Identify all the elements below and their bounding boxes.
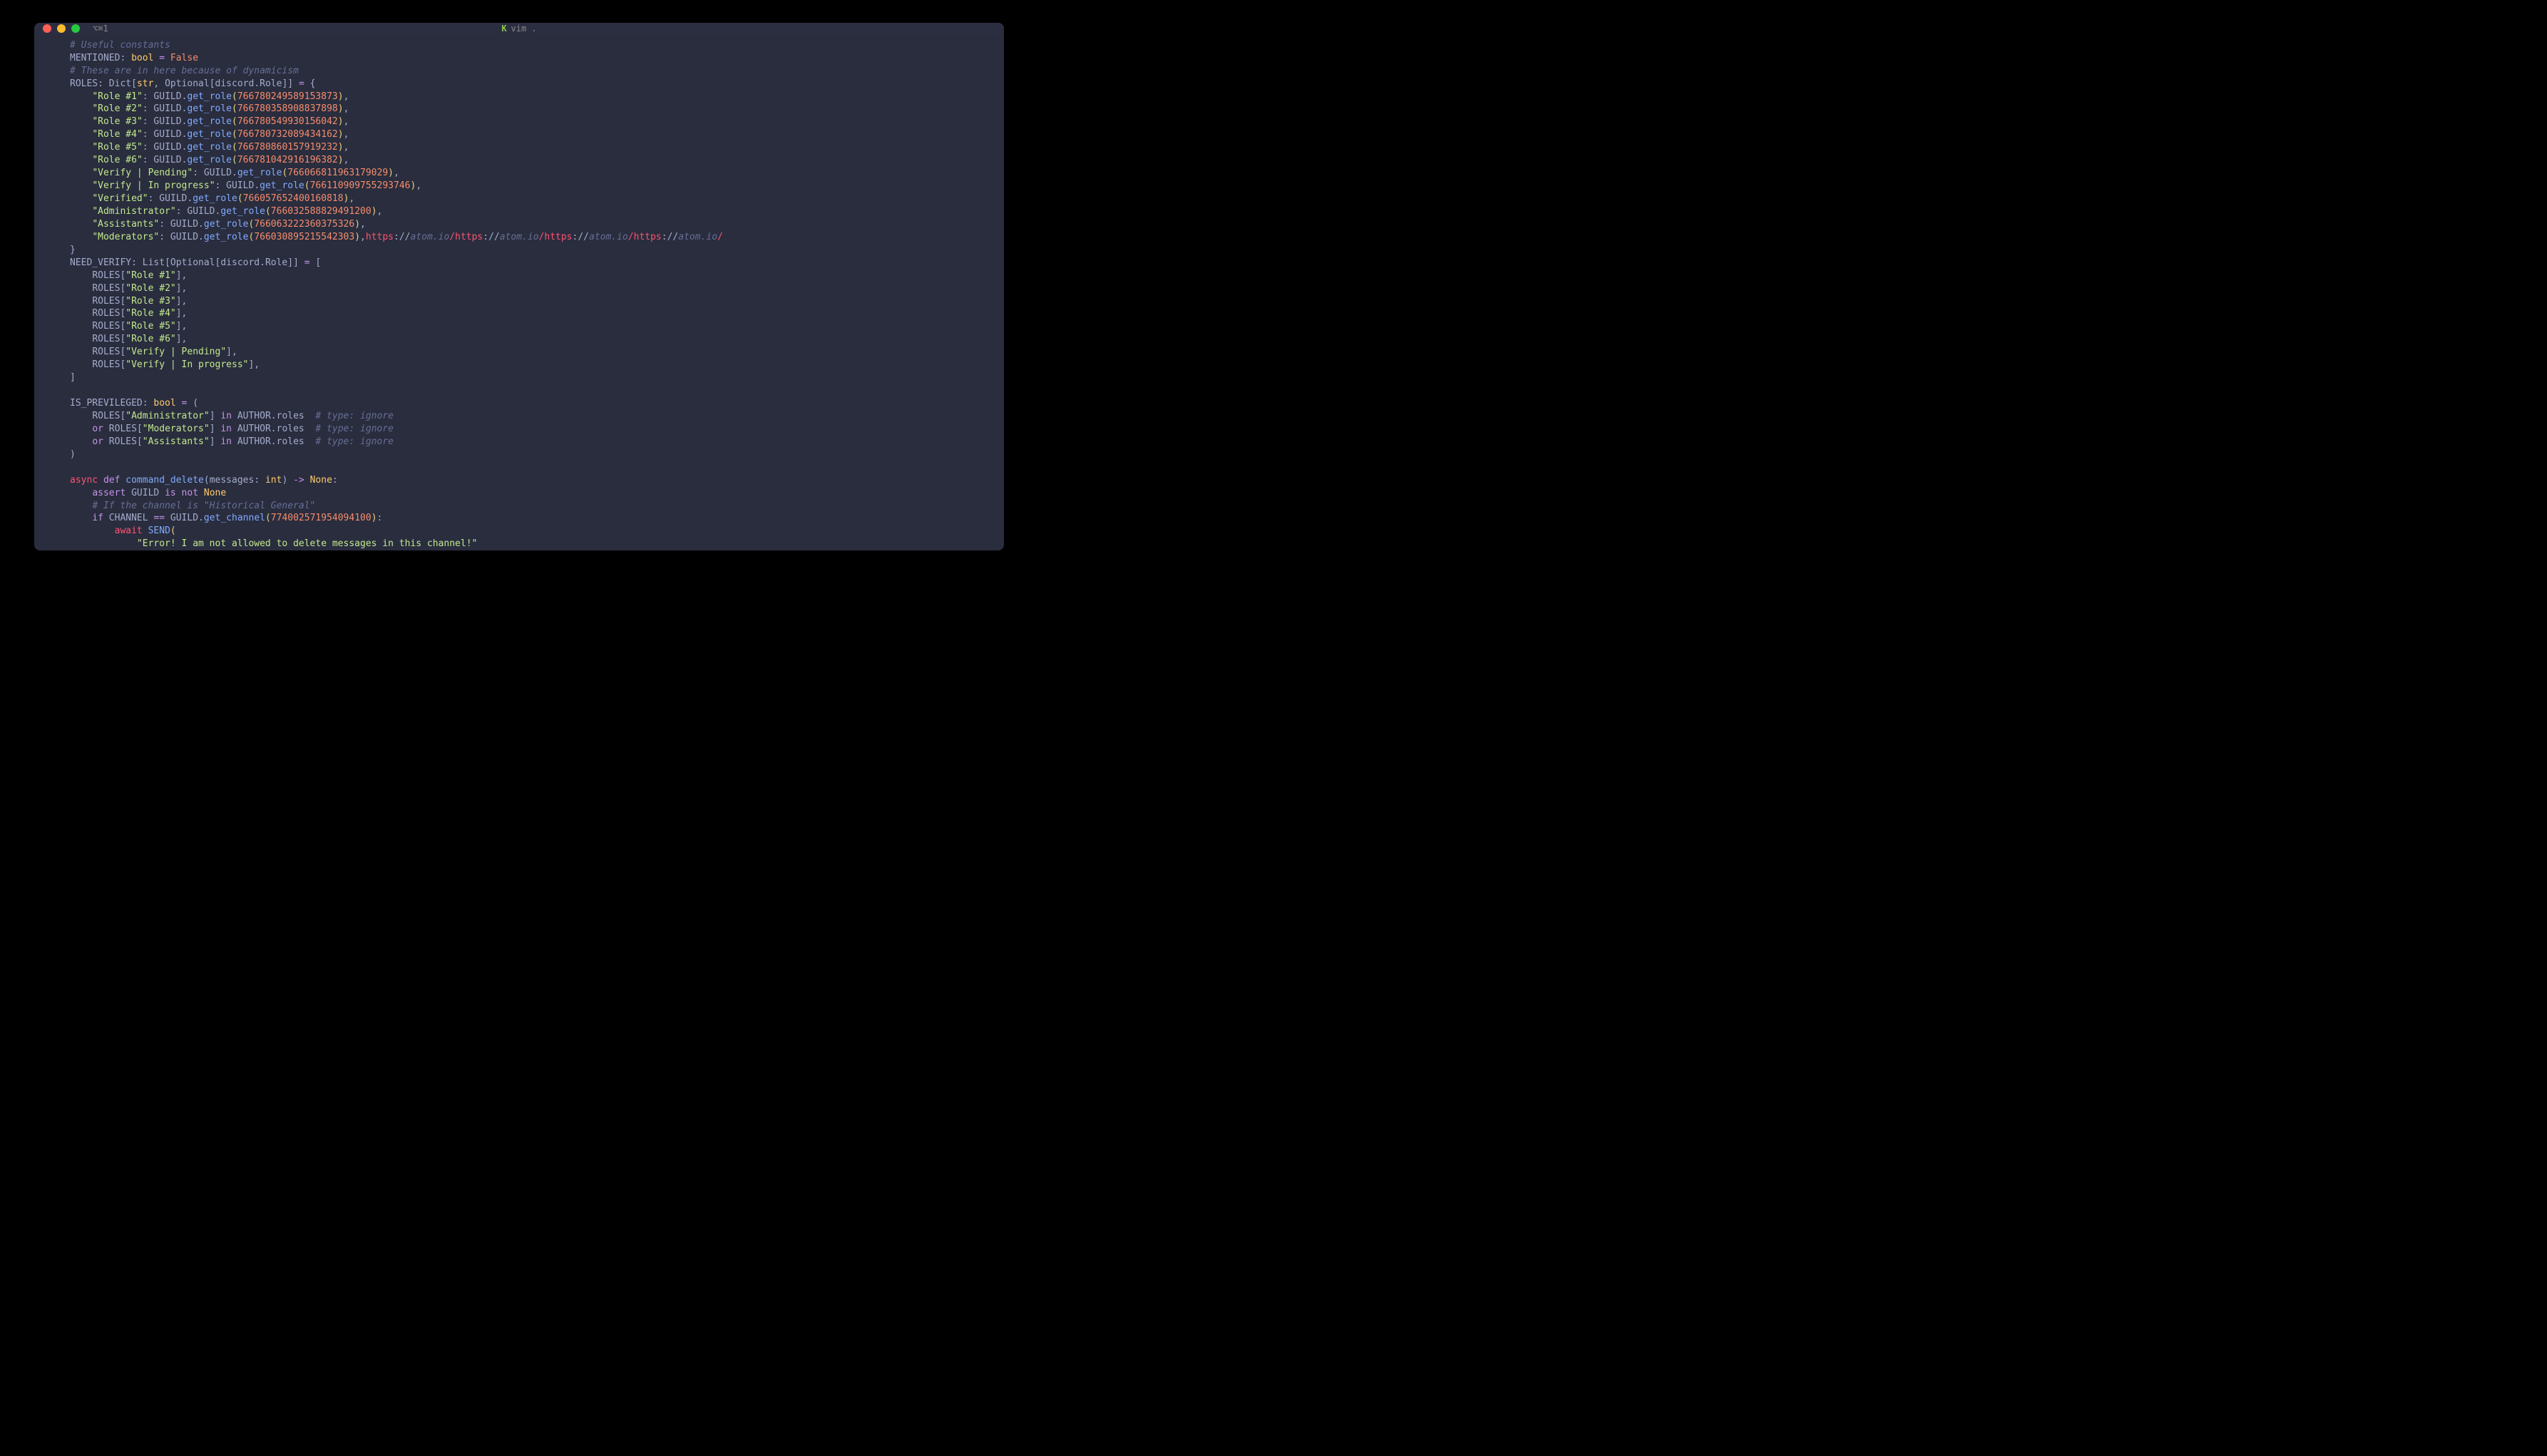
tab-shortcut: ⌥⌘1 xyxy=(93,23,108,35)
title-text: vim . xyxy=(511,23,537,35)
window-title: К vim . xyxy=(501,23,536,35)
code-comment: # Useful constants xyxy=(70,40,170,51)
terminal-window: ⌥⌘1 К vim . # Useful constants MENTIONED… xyxy=(34,23,1004,550)
roles-decl: ROLES: Dict[str, Optional[discord.Role]]… xyxy=(70,78,315,89)
traffic-lights xyxy=(43,24,80,33)
code-type: bool xyxy=(131,53,153,63)
maximize-icon[interactable] xyxy=(71,24,80,33)
need-verify-decl: NEED_VERIFY: List[Optional[discord.Role]… xyxy=(70,257,321,268)
vim-icon: К xyxy=(501,23,506,35)
titlebar: ⌥⌘1 К vim . xyxy=(34,23,1004,35)
minimize-icon[interactable] xyxy=(57,24,66,33)
fn-delete: async def command_delete(messages: int) … xyxy=(70,475,338,486)
close-icon[interactable] xyxy=(43,24,51,33)
code-comment: # These are in here because of dynamicis… xyxy=(70,66,299,76)
code-ident: MENTIONED xyxy=(70,53,120,63)
editor-viewport[interactable]: # Useful constants MENTIONED: bool = Fal… xyxy=(34,35,1004,550)
is-prev-decl: IS_PREVILEGED: bool = ( xyxy=(70,398,198,409)
code-literal: False xyxy=(170,53,198,63)
